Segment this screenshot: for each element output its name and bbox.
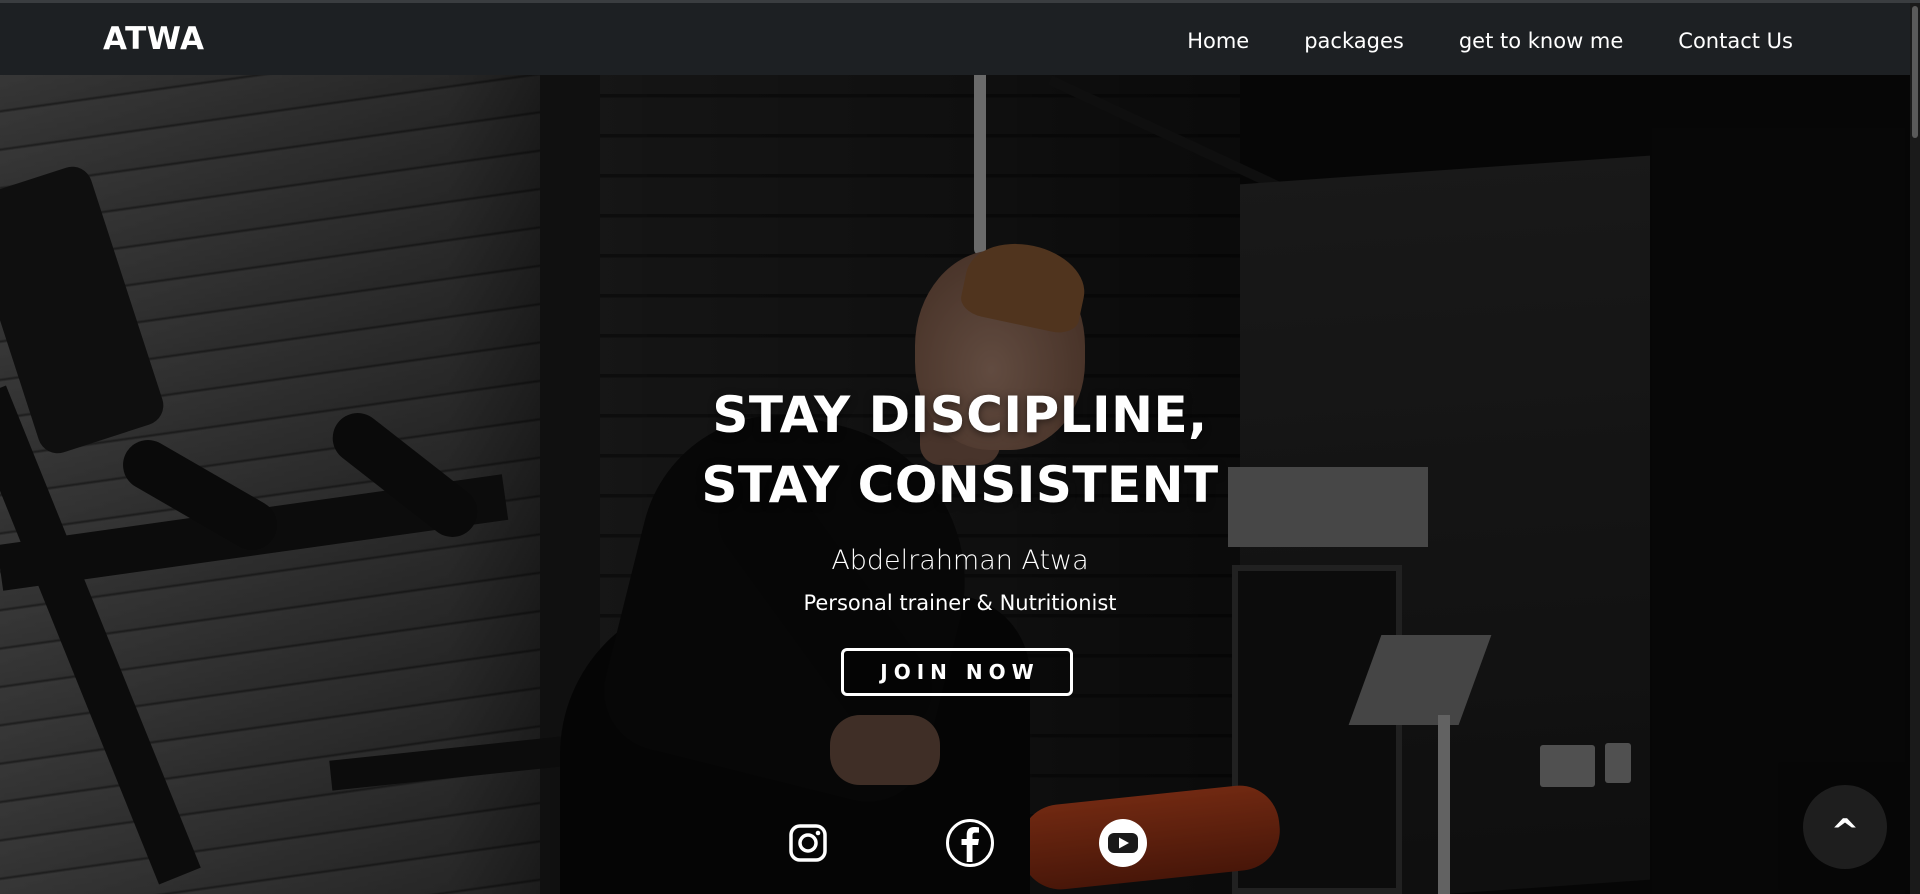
trainer-name: Abdelrahman Atwa: [831, 545, 1089, 576]
instagram-icon[interactable]: [788, 823, 828, 863]
brand-logo[interactable]: ATWA: [103, 21, 205, 57]
headline-line-1: STAY DISCIPLINE,: [712, 386, 1208, 444]
nav-links: Home packages get to know me Contact Us: [1187, 29, 1793, 53]
facebook-icon[interactable]: [945, 818, 995, 868]
hero-headline: STAY DISCIPLINE, STAY CONSISTENT: [560, 380, 1360, 520]
nav-link-home[interactable]: Home: [1187, 29, 1249, 53]
hero-content: STAY DISCIPLINE, STAY CONSISTENT Abdelra…: [0, 75, 1920, 894]
youtube-icon[interactable]: [1098, 818, 1148, 868]
nav-link-packages[interactable]: packages: [1304, 29, 1404, 53]
scroll-to-top-button[interactable]: ^: [1803, 785, 1887, 869]
trainer-role: Personal trainer & Nutritionist: [803, 591, 1117, 615]
headline-line-2: STAY CONSISTENT: [701, 456, 1219, 514]
nav-link-about[interactable]: get to know me: [1459, 29, 1623, 53]
scrollbar-thumb[interactable]: [1912, 6, 1918, 138]
navbar: ATWA Home packages get to know me Contac…: [0, 3, 1920, 75]
join-now-button[interactable]: JOIN NOW: [841, 648, 1073, 696]
nav-link-contact[interactable]: Contact Us: [1678, 29, 1793, 53]
hero-section: STAY DISCIPLINE, STAY CONSISTENT Abdelra…: [0, 75, 1920, 894]
